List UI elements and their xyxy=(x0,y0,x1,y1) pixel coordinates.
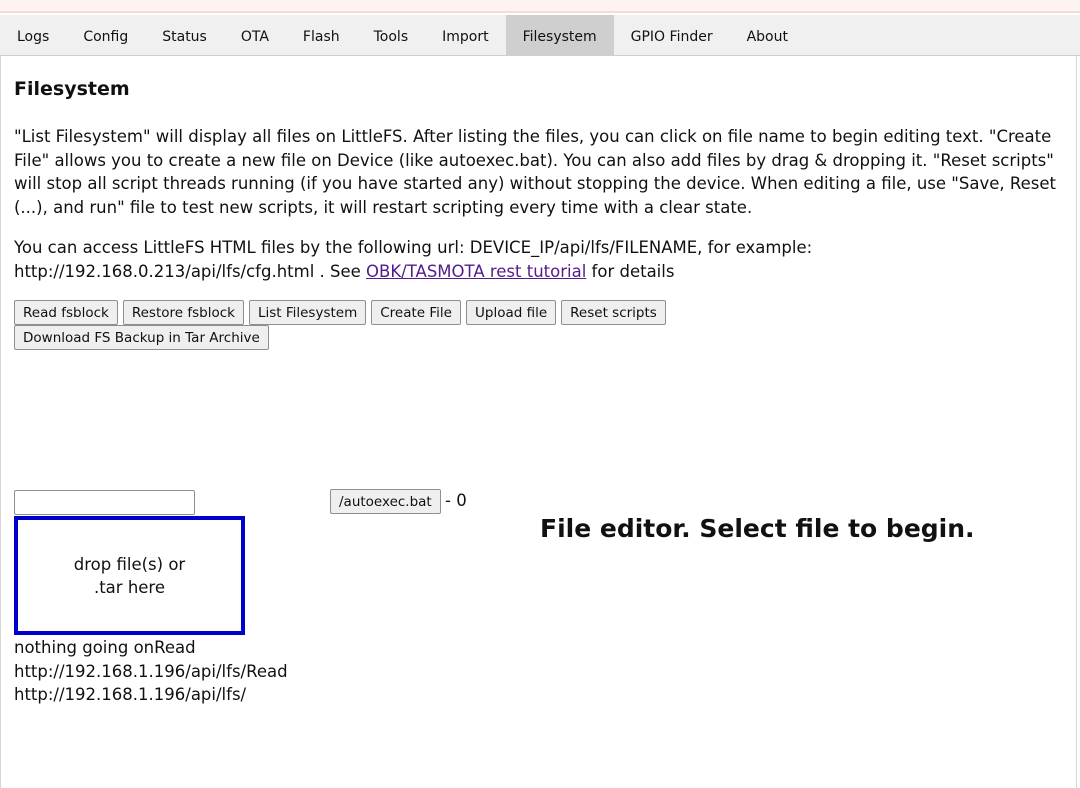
restore-fsblock-button[interactable]: Restore fsblock xyxy=(122,300,244,325)
file-entry-size: - 0 xyxy=(445,491,467,510)
file-entry-button[interactable]: /autoexec.bat xyxy=(330,489,441,514)
upload-file-button[interactable]: Upload file xyxy=(466,300,557,325)
status-line: http://192.168.1.196/api/lfs/Read xyxy=(14,661,288,681)
url-info-suffix: for details xyxy=(586,261,675,281)
description-text: "List Filesystem" will display all files… xyxy=(14,127,1056,217)
list-filesystem-button[interactable]: List Filesystem xyxy=(248,300,367,325)
download-backup-button[interactable]: Download FS Backup in Tar Archive xyxy=(14,325,269,350)
file-drop-zone[interactable]: drop file(s) or .tar here xyxy=(14,516,245,635)
top-banner xyxy=(0,0,1080,13)
rest-tutorial-link[interactable]: OBK/TASMOTA rest tutorial xyxy=(366,262,586,281)
tab-tools[interactable]: Tools xyxy=(357,15,426,55)
status-log: nothing going onRead http://192.168.1.19… xyxy=(14,636,288,707)
tab-status[interactable]: Status xyxy=(145,15,224,55)
tab-gpio-finder[interactable]: GPIO Finder xyxy=(614,15,730,55)
url-info-text: You can access LittleFS HTML files by th… xyxy=(14,236,1074,283)
action-button-row: Read fsblock Restore fsblock List Filesy… xyxy=(14,300,666,325)
tab-bar: Logs Config Status OTA Flash Tools Impor… xyxy=(0,15,1080,56)
read-fsblock-button[interactable]: Read fsblock xyxy=(14,300,118,325)
status-line: http://192.168.1.196/api/lfs/ xyxy=(14,685,247,704)
reset-scripts-button[interactable]: Reset scripts xyxy=(561,300,666,325)
file-editor-title: File editor. Select file to begin. xyxy=(540,514,975,543)
tab-flash[interactable]: Flash xyxy=(286,15,357,55)
tab-import[interactable]: Import xyxy=(425,15,505,55)
create-file-button[interactable]: Create File xyxy=(371,300,461,325)
backup-button-row: Download FS Backup in Tar Archive xyxy=(14,325,269,350)
drop-zone-label: drop file(s) or .tar here xyxy=(73,554,186,597)
tab-logs[interactable]: Logs xyxy=(0,15,66,55)
tab-filesystem[interactable]: Filesystem xyxy=(505,15,614,55)
filename-input[interactable] xyxy=(14,490,195,515)
tab-ota[interactable]: OTA xyxy=(224,15,286,55)
page-title: Filesystem xyxy=(14,78,130,100)
tab-config[interactable]: Config xyxy=(66,15,145,55)
status-line: nothing going onRead xyxy=(14,638,196,657)
tab-about[interactable]: About xyxy=(730,15,805,55)
